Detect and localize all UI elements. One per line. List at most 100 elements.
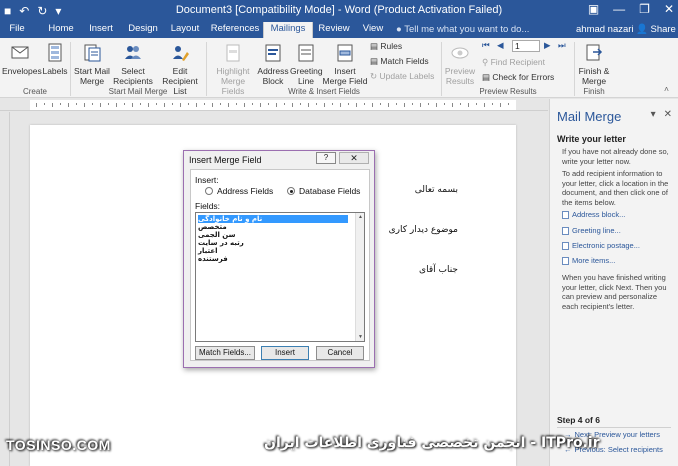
scroll-up-icon[interactable]: ▲ <box>357 214 364 220</box>
pane-divider <box>557 427 671 428</box>
scroll-down-icon[interactable]: ▼ <box>357 334 364 340</box>
address-block-icon <box>562 211 569 219</box>
pane-controls: ▾ ✕ <box>651 109 672 120</box>
tab-home[interactable]: Home <box>44 22 78 38</box>
fields-listbox[interactable]: نام و نام خانوادگی متخصص سن الجمی رتبه د… <box>195 212 365 342</box>
preview-results-button[interactable]: Preview Results <box>443 42 477 86</box>
pane-paragraph-3: When you have finished writing your lett… <box>562 273 667 311</box>
envelopes-button[interactable]: Envelopes <box>2 42 42 76</box>
database-fields-radio[interactable] <box>287 187 295 195</box>
greeting-line-button[interactable]: Greeting Line <box>290 42 323 86</box>
record-number-input[interactable]: 1 <box>512 40 540 52</box>
collapse-ribbon-icon[interactable]: ˄ <box>664 84 669 95</box>
list-item[interactable]: اعتبار <box>198 247 348 255</box>
ruler-tick <box>268 103 269 105</box>
database-fields-label[interactable]: Database Fields <box>299 186 360 196</box>
group-separator <box>574 42 575 96</box>
ruler-tick <box>300 103 301 105</box>
find-recipient-icon: ⚲ <box>482 57 489 67</box>
address-fields-radio[interactable] <box>205 187 213 195</box>
pane-close-icon[interactable]: ✕ <box>664 109 672 120</box>
ruler-tick <box>428 103 429 105</box>
tab-mailings[interactable]: Mailings <box>263 22 313 39</box>
ruler-tick <box>356 103 357 107</box>
group-label-start-mail-merge: Start Mail Merge <box>108 87 168 96</box>
first-record-button[interactable]: ⏮ <box>482 40 490 51</box>
list-item[interactable]: رتبه در سایت <box>198 239 348 247</box>
tell-me-box[interactable]: ● Tell me what you want to do... <box>396 23 529 37</box>
more-items-link[interactable]: More items... <box>572 256 615 265</box>
ruler-tick <box>108 103 109 105</box>
ruler-tick <box>204 103 205 105</box>
ribbon-display-options-icon[interactable]: ▣ <box>588 2 599 16</box>
insert-merge-field-button[interactable]: Insert Merge Field <box>322 42 368 86</box>
address-fields-label[interactable]: Address Fields <box>217 186 273 196</box>
rules-button[interactable]: ▤ Rules <box>370 41 402 52</box>
tab-references[interactable]: References <box>210 22 260 38</box>
tab-file[interactable]: File <box>0 22 34 38</box>
labels-button[interactable]: Labels <box>40 42 70 76</box>
window-controls: ▣ — ❐ ✕ <box>588 2 674 16</box>
list-item[interactable]: نام و نام خانوادگی <box>198 215 348 223</box>
ruler-tick <box>84 103 85 107</box>
tab-insert[interactable]: Insert <box>84 22 118 38</box>
tab-review[interactable]: Review <box>316 22 352 38</box>
share-icon: 👤 <box>636 24 648 35</box>
previous-record-button[interactable]: ◀ <box>497 40 504 51</box>
next-record-button[interactable]: ▶ <box>544 40 551 51</box>
share-button[interactable]: 👤 Share <box>636 23 676 37</box>
tab-view[interactable]: View <box>358 22 388 38</box>
address-block-link[interactable]: Address block... <box>572 210 625 219</box>
match-fields-dialog-button[interactable]: Match Fields... <box>195 346 255 360</box>
electronic-postage-link[interactable]: Electronic postage... <box>572 241 640 250</box>
ruler-tick <box>132 103 133 107</box>
tab-layout[interactable]: Layout <box>168 22 202 38</box>
group-separator <box>206 42 207 96</box>
check-for-errors-button[interactable]: ▤ Check for Errors <box>482 72 554 83</box>
last-record-button[interactable]: ⏭ <box>558 40 566 51</box>
match-fields-icon: ▤ <box>370 56 379 66</box>
address-block-button[interactable]: Address Block <box>256 42 290 86</box>
greeting-line-link[interactable]: Greeting line... <box>572 226 621 235</box>
match-fields-button[interactable]: ▤ Match Fields <box>370 56 429 67</box>
pane-title: Mail Merge <box>557 109 622 124</box>
ruler-tick <box>340 103 341 107</box>
restore-button[interactable]: ❐ <box>639 2 650 16</box>
highlight-icon <box>226 44 240 62</box>
ruler-tick <box>348 103 349 105</box>
minimize-button[interactable]: — <box>613 2 625 16</box>
edit-list-icon <box>173 46 189 61</box>
document-line-1: بسمه تعالی <box>414 185 458 195</box>
check-errors-icon: ▤ <box>482 72 491 82</box>
finish-merge-button[interactable]: Finish & Merge <box>576 42 612 86</box>
tab-design[interactable]: Design <box>124 22 162 38</box>
ruler-tick <box>492 103 493 105</box>
list-item[interactable]: متخصص <box>198 223 348 231</box>
ruler-tick <box>196 103 197 107</box>
group-separator <box>70 42 71 96</box>
ruler-tick <box>140 103 141 105</box>
ruler-tick <box>92 103 93 105</box>
ruler-tick <box>236 103 237 105</box>
ruler-tick <box>292 103 293 107</box>
start-mail-merge-button[interactable]: Start Mail Merge <box>72 42 112 86</box>
user-account[interactable]: ahmad nazari <box>576 23 634 37</box>
ruler-tick <box>172 103 173 105</box>
find-recipient-button[interactable]: ⚲ Find Recipient <box>482 57 545 68</box>
ruler-tick <box>228 103 229 107</box>
close-button[interactable]: ✕ <box>664 2 674 16</box>
list-item[interactable]: سن الجمی <box>198 231 348 239</box>
cancel-button[interactable]: Cancel <box>316 346 364 360</box>
select-recipients-button[interactable]: Select Recipients <box>112 42 154 86</box>
insert-button[interactable]: Insert <box>261 346 309 360</box>
update-labels-button[interactable]: ↻ Update Labels <box>370 71 434 82</box>
window-title: Document3 [Compatibility Mode] - Word (P… <box>175 4 503 16</box>
ruler-tick <box>188 103 189 105</box>
list-item[interactable]: فرستنده <box>198 255 348 263</box>
fields-scrollbar[interactable]: ▲ ▼ <box>355 213 364 341</box>
lightbulb-icon: ● <box>396 24 405 35</box>
pane-options-icon[interactable]: ▾ <box>651 109 656 120</box>
dialog-help-button[interactable]: ? <box>316 152 336 164</box>
dialog-close-button[interactable]: ✕ <box>339 152 369 164</box>
group-label-preview-results: Preview Results <box>479 87 537 96</box>
